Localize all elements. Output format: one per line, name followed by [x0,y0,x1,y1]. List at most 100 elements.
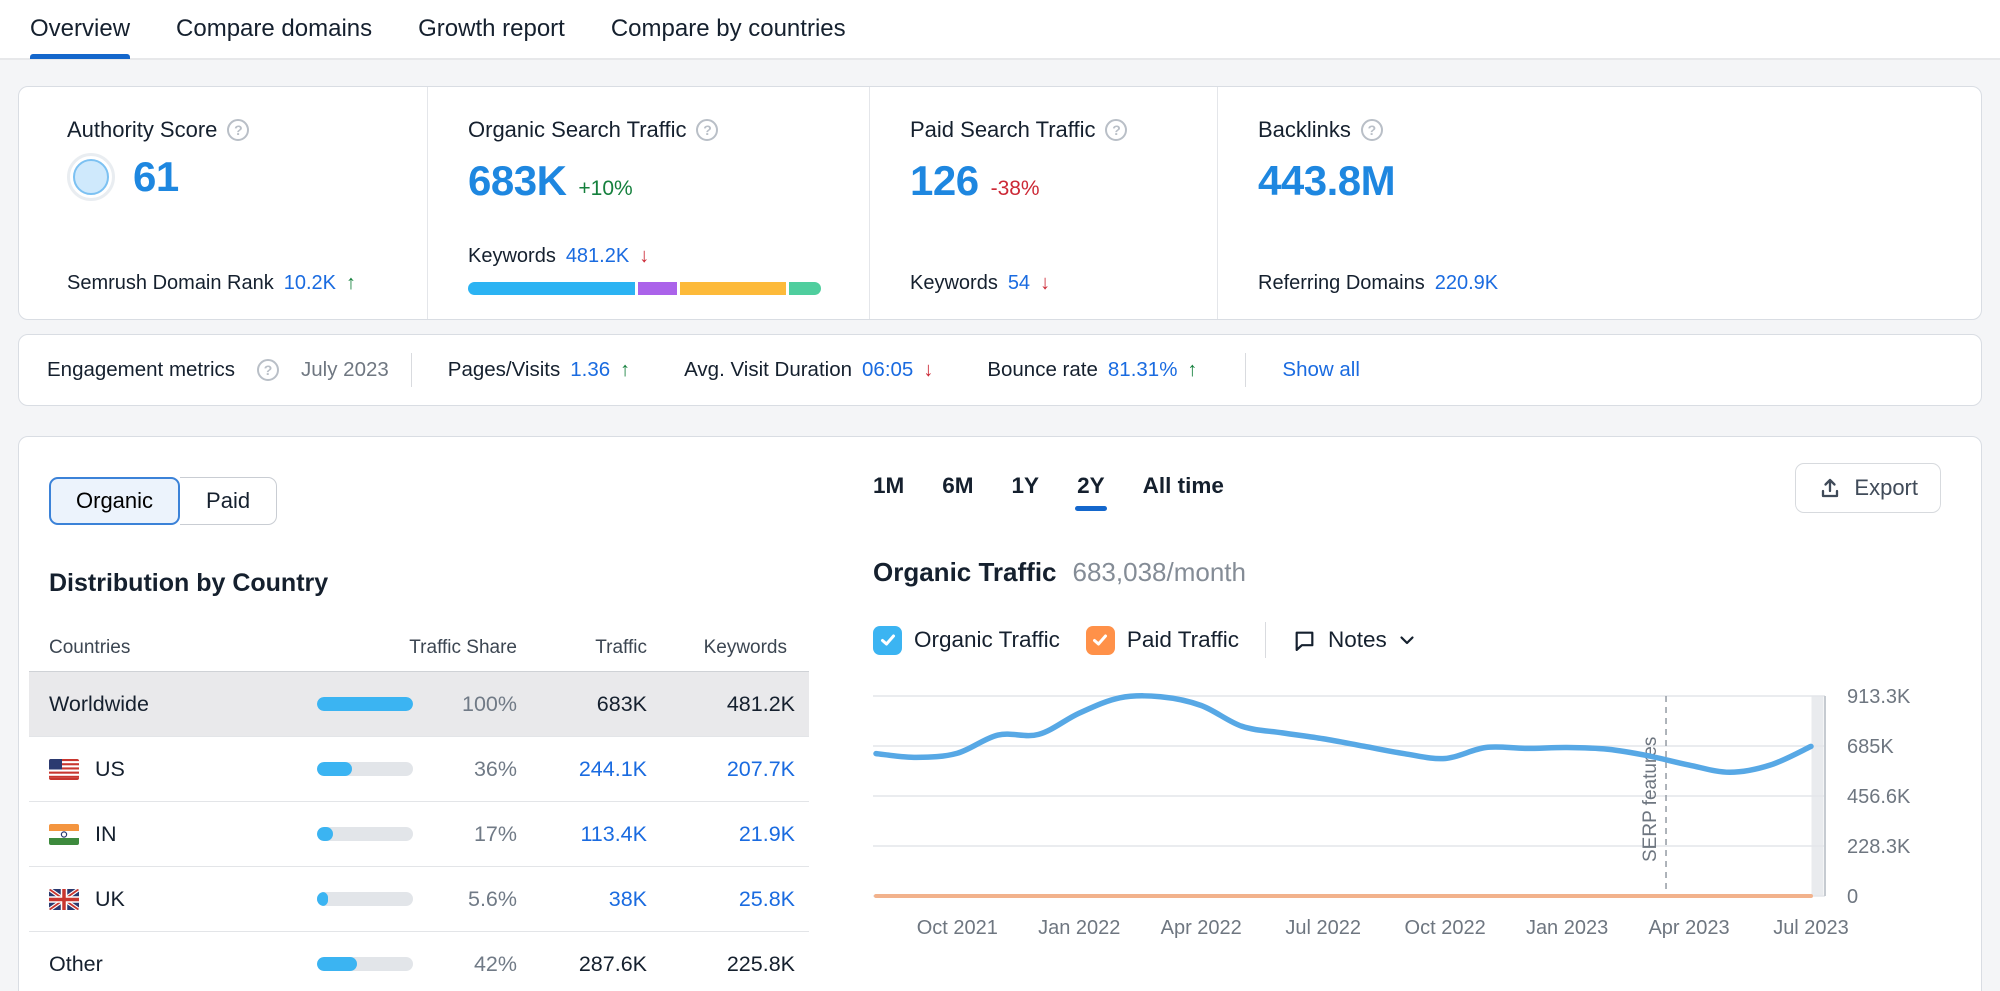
traffic-value[interactable]: 244.1K [517,757,647,782]
stat-value[interactable]: 06:05 [862,358,913,382]
x-axis-tick-label: Oct 2021 [917,917,998,939]
country-name: US [95,757,125,782]
stat-value[interactable]: 1.36 [570,358,610,382]
keywords-value[interactable]: 25.8K [647,887,797,912]
stat-value[interactable]: 81.31% [1108,358,1178,382]
traffic-line-chart[interactable]: 913.3K685K456.6K228.3K0Oct 2021Jan 2022A… [873,684,1941,946]
traffic-share-bar [317,957,429,971]
traffic-chart: 913.3K685K456.6K228.3K0Oct 2021Jan 2022A… [873,684,1941,951]
country-cell: Other [49,952,317,977]
x-axis-tick-label: Jan 2022 [1038,917,1120,939]
nav-tab-overview[interactable]: Overview [30,0,130,59]
backlinks-value: 443.8M [1258,157,1395,205]
checkbox-checked-icon[interactable] [873,626,902,655]
notes-label: Notes [1328,627,1387,653]
trend-up-icon: ↑ [1187,359,1197,382]
info-icon[interactable]: ? [227,119,249,141]
traffic-overview-card: Organic Paid Distribution by Country Cou… [18,436,1982,991]
info-icon[interactable]: ? [257,359,279,381]
organic-traffic-per-month: 683,038/month [1073,557,1246,588]
paid-keywords-label: Keywords [910,272,998,295]
nav-tab-compare-domains[interactable]: Compare domains [176,0,372,59]
legend-item-organic-traffic[interactable]: Organic Traffic [873,626,1060,655]
x-axis-tick-label: Jul 2022 [1285,917,1361,939]
distribution-pane: Organic Paid Distribution by Country Cou… [19,437,809,991]
us-flag-icon [49,759,79,780]
col-header-keywords: Keywords [647,637,797,659]
range-tab-1m[interactable]: 1M [873,473,904,511]
keywords-value[interactable]: 207.7K [647,757,797,782]
engagement-stat: Avg. Visit Duration06:05↓ [684,358,933,382]
engagement-metrics-strip: Engagement metrics ? July 2023 Pages/Vis… [18,334,1982,406]
organic-traffic-delta: +10% [578,177,632,201]
x-axis-tick-label: Oct 2022 [1405,917,1486,939]
range-tab-all-time[interactable]: All time [1143,473,1224,511]
engagement-period: July 2023 [301,358,389,382]
legend-label: Paid Traffic [1127,627,1239,653]
backlinks-label: Backlinks [1258,117,1351,143]
paid-traffic-label: Paid Search Traffic [910,117,1095,143]
keywords-value: 225.8K [647,952,797,977]
info-icon[interactable]: ? [1361,119,1383,141]
checkbox-checked-icon[interactable] [1086,626,1115,655]
traffic-value: 287.6K [517,952,647,977]
referring-domains-value[interactable]: 220.9K [1435,272,1498,295]
organic-keywords-value[interactable]: 481.2K [566,245,629,268]
traffic-share-value: 17% [429,822,517,847]
col-header-traffic-share: Traffic Share [387,637,517,659]
traffic-share-value: 36% [429,757,517,782]
legend-label: Organic Traffic [914,627,1060,653]
paid-traffic-delta: -38% [991,177,1040,201]
keywords-value: 481.2K [647,692,797,717]
range-tab-6m[interactable]: 6M [942,473,973,511]
paid-keywords-value[interactable]: 54 [1008,272,1030,295]
x-axis-tick-label: Jan 2023 [1526,917,1608,939]
nav-tab-compare-by-countries[interactable]: Compare by countries [611,0,846,59]
info-icon[interactable]: ? [1105,119,1127,141]
domain-rank-value[interactable]: 10.2K [284,272,336,295]
table-row-us[interactable]: US 36%244.1K207.7K [29,737,809,802]
traffic-share-bar [317,762,429,776]
traffic-value[interactable]: 38K [517,887,647,912]
organic-paid-toggle: Organic Paid [49,477,277,525]
range-tab-2y[interactable]: 2Y [1077,473,1105,511]
traffic-chart-pane: 1M6M1Y2YAll time Export Organic Traffic … [809,437,1981,991]
x-axis-tick-label: Jul 2023 [1773,917,1849,939]
stat-label: Pages/Visits [448,358,560,382]
paid-toggle-button[interactable]: Paid [180,477,277,525]
notes-button[interactable]: Notes [1292,627,1416,653]
table-row-worldwide[interactable]: Worldwide100%683K481.2K [29,672,809,737]
trend-down-icon: ↓ [923,359,933,382]
show-all-link[interactable]: Show all [1282,358,1360,382]
authority-score-label: Authority Score [67,117,217,143]
export-button[interactable]: Export [1795,463,1941,513]
paid-traffic-value: 126 [910,157,979,205]
country-name: Other [49,952,103,977]
in-flag-icon [49,824,79,845]
range-tab-1y[interactable]: 1Y [1012,473,1040,511]
legend-item-paid-traffic[interactable]: Paid Traffic [1086,626,1239,655]
engagement-metrics-label: Engagement metrics [47,358,235,382]
divider [1265,622,1266,658]
trend-up-icon: ↑ [346,272,356,295]
engagement-stat: Pages/Visits1.36↑ [448,358,630,382]
x-axis-tick-label: Apr 2023 [1648,917,1729,939]
keywords-value[interactable]: 21.9K [647,822,797,847]
table-row-uk[interactable]: UK5.6%38K25.8K [29,867,809,932]
traffic-share-bar [317,827,429,841]
traffic-share-value: 42% [429,952,517,977]
info-icon[interactable]: ? [696,119,718,141]
traffic-share-bar [317,697,429,711]
nav-tab-growth-report[interactable]: Growth report [418,0,565,59]
authority-score-gauge [67,153,115,201]
country-cell: US [49,757,317,782]
table-row-in[interactable]: IN17%113.4K21.9K [29,802,809,867]
table-row-other[interactable]: Other 42%287.6K225.8K [29,932,809,991]
organic-toggle-button[interactable]: Organic [49,477,180,525]
traffic-value: 683K [517,692,647,717]
trend-down-icon: ↓ [1040,272,1050,295]
domain-rank-label: Semrush Domain Rank [67,272,274,295]
referring-domains-label: Referring Domains [1258,272,1425,295]
traffic-value[interactable]: 113.4K [517,822,647,847]
stat-label: Bounce rate [987,358,1098,382]
